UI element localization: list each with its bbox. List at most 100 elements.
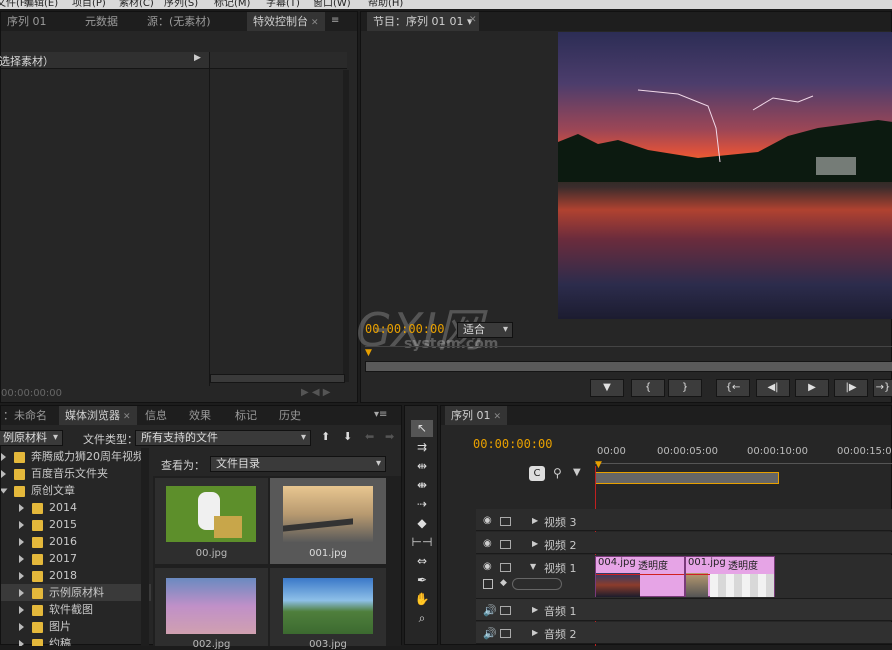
expand-icon[interactable] xyxy=(1,453,6,461)
expand-icon[interactable] xyxy=(19,640,24,646)
close-icon[interactable]: ✕ xyxy=(469,15,477,25)
expand-icon[interactable] xyxy=(19,606,24,614)
lock-icon[interactable] xyxy=(500,629,511,638)
scrollbar[interactable] xyxy=(343,70,349,382)
menu-clip[interactable]: 素材(C) xyxy=(119,0,154,9)
tree-item[interactable]: 原创文章 xyxy=(1,482,75,499)
expand-icon[interactable]: ▶ xyxy=(532,516,538,525)
razor-tool-icon[interactable]: ◆ xyxy=(411,515,433,532)
menu-sequence[interactable]: 序列(S) xyxy=(164,0,198,9)
expand-icon[interactable] xyxy=(19,589,24,597)
file-tile-selected[interactable]: 001.jpg xyxy=(270,478,386,564)
snap-icon[interactable]: C xyxy=(529,466,545,481)
tab-sequence[interactable]: 序列 01 ✕ xyxy=(445,406,508,425)
expand-icon[interactable] xyxy=(1,470,6,478)
tree-item[interactable]: 2017 xyxy=(19,550,77,567)
selection-tool-icon[interactable]: ↖ xyxy=(411,420,433,437)
step-forward-button[interactable]: |▶ xyxy=(834,379,868,397)
collapse-icon[interactable]: ▼ xyxy=(530,562,536,571)
rate-stretch-tool-icon[interactable]: ⇢ xyxy=(411,496,433,513)
menu-project[interactable]: 项目(P) xyxy=(72,0,106,9)
eye-icon[interactable]: ◉ xyxy=(483,538,492,549)
expand-icon[interactable] xyxy=(19,555,24,563)
expand-icon[interactable] xyxy=(19,504,24,512)
arrow-down-icon[interactable]: ⬇ xyxy=(343,430,352,443)
tree-item[interactable]: 软件截图 xyxy=(19,601,93,618)
tab-info[interactable]: 信息 xyxy=(139,406,173,425)
expand-icon[interactable]: ▶ xyxy=(532,628,538,637)
keyframe-diamond-icon[interactable]: ◆ xyxy=(500,578,507,588)
tree-item[interactable]: 2014 xyxy=(19,499,77,516)
location-select[interactable]: 例原材料 xyxy=(0,430,63,446)
lock-icon[interactable] xyxy=(500,606,511,615)
close-icon[interactable]: ✕ xyxy=(494,412,502,422)
tab-media-browser[interactable]: 媒体浏览器 ✕ xyxy=(59,406,137,425)
program-scrub-bar[interactable] xyxy=(365,361,892,372)
mark-in-button[interactable]: { xyxy=(631,379,665,397)
tab-markers[interactable]: 标记 xyxy=(229,406,263,425)
opacity-line[interactable] xyxy=(596,574,684,575)
slip-tool-icon[interactable]: ⊢⊣ xyxy=(411,534,433,551)
lock-icon[interactable] xyxy=(500,517,511,526)
pen-tool-icon[interactable]: ✒ xyxy=(411,572,433,589)
tab-effects[interactable]: 效果 xyxy=(183,406,217,425)
panel-menu-icon[interactable]: ≡ xyxy=(331,15,339,26)
tree-item[interactable]: 2015 xyxy=(19,516,77,533)
view-as-select[interactable]: 文件目录 xyxy=(210,456,386,472)
ripple-edit-tool-icon[interactable]: ⇹ xyxy=(411,458,433,475)
work-area-bar[interactable] xyxy=(595,472,779,484)
marker-icon[interactable]: ▼ xyxy=(573,467,581,478)
tab-project[interactable]: ：未命名 xyxy=(0,406,53,425)
clip[interactable]: 001.jpg 透明度 xyxy=(685,556,775,597)
tree-item[interactable]: 2018 xyxy=(19,567,77,584)
play-arrow-icon[interactable]: ▶ xyxy=(194,53,201,63)
time-ruler[interactable]: 00:00 00:00:05:00 00:00:10:00 00:00:15:0… xyxy=(595,444,892,464)
slide-tool-icon[interactable]: ⇔ xyxy=(411,553,433,570)
menu-window[interactable]: 窗口(W) xyxy=(313,0,351,9)
tab-source[interactable]: 源：(无素材) xyxy=(141,12,217,31)
close-icon[interactable]: ✕ xyxy=(311,18,319,28)
tree-item[interactable]: 2016 xyxy=(19,533,77,550)
file-tile[interactable]: 002.jpg xyxy=(155,568,268,650)
rolling-edit-tool-icon[interactable]: ⇼ xyxy=(411,477,433,494)
arrow-up-icon[interactable]: ⬆ xyxy=(321,430,330,443)
mark-out-button[interactable]: } xyxy=(668,379,702,397)
tree-item[interactable]: 图片 xyxy=(19,618,71,635)
tree-scrollbar[interactable] xyxy=(141,448,149,646)
tab-sequence[interactable]: 序列 01 xyxy=(1,12,53,31)
back-icon[interactable]: ⬅ xyxy=(365,430,374,443)
menu-title[interactable]: 字幕(T) xyxy=(266,0,300,9)
file-type-select[interactable]: 所有支持的文件 xyxy=(135,430,311,446)
add-marker-button[interactable]: ▼ xyxy=(590,379,624,397)
close-icon[interactable]: ✕ xyxy=(123,412,131,422)
tree-item[interactable]: 约稿 xyxy=(19,635,71,646)
program-timecode[interactable]: 00:00:00:00 xyxy=(365,322,444,336)
tree-item[interactable]: 奔腾威力狮20周年视频 xyxy=(1,448,144,465)
clip[interactable]: 004.jpg 透明度 xyxy=(595,556,685,597)
playhead-icon[interactable]: ▼ xyxy=(365,348,372,358)
keyframe-nav[interactable] xyxy=(512,578,562,590)
expand-icon[interactable] xyxy=(19,538,24,546)
tree-item-selected[interactable]: 示例原材料 xyxy=(1,584,151,601)
tab-metadata[interactable]: 元数据 xyxy=(79,12,124,31)
collapse-icon[interactable] xyxy=(1,488,8,494)
expand-icon[interactable]: ▶ xyxy=(532,539,538,548)
go-to-out-button[interactable]: →} xyxy=(873,379,892,397)
zoom-tool-icon[interactable]: ⌕ xyxy=(411,610,433,627)
menu-help[interactable]: 帮助(H) xyxy=(368,0,403,9)
expand-icon[interactable] xyxy=(19,572,24,580)
file-tile[interactable]: 003.jpg xyxy=(270,568,386,650)
panel-menu-icon[interactable]: ▾≡ xyxy=(374,409,387,420)
forward-icon[interactable]: ➡ xyxy=(385,430,394,443)
tab-effect-controls[interactable]: 特效控制台 ✕ xyxy=(247,12,325,31)
eye-icon[interactable]: ◉ xyxy=(483,515,492,526)
step-back-button[interactable]: ◀| xyxy=(756,379,790,397)
eye-icon[interactable]: ◉ xyxy=(483,561,492,572)
tree-item[interactable]: 百度音乐文件夹 xyxy=(1,465,108,482)
timeline-timecode[interactable]: 00:00:00:00 xyxy=(473,437,552,451)
go-to-in-button[interactable]: {← xyxy=(716,379,750,397)
expand-icon[interactable] xyxy=(19,521,24,529)
expand-icon[interactable]: ▶ xyxy=(532,605,538,614)
play-button[interactable]: ▶ xyxy=(795,379,829,397)
zoom-select[interactable]: 适合 xyxy=(457,322,513,338)
